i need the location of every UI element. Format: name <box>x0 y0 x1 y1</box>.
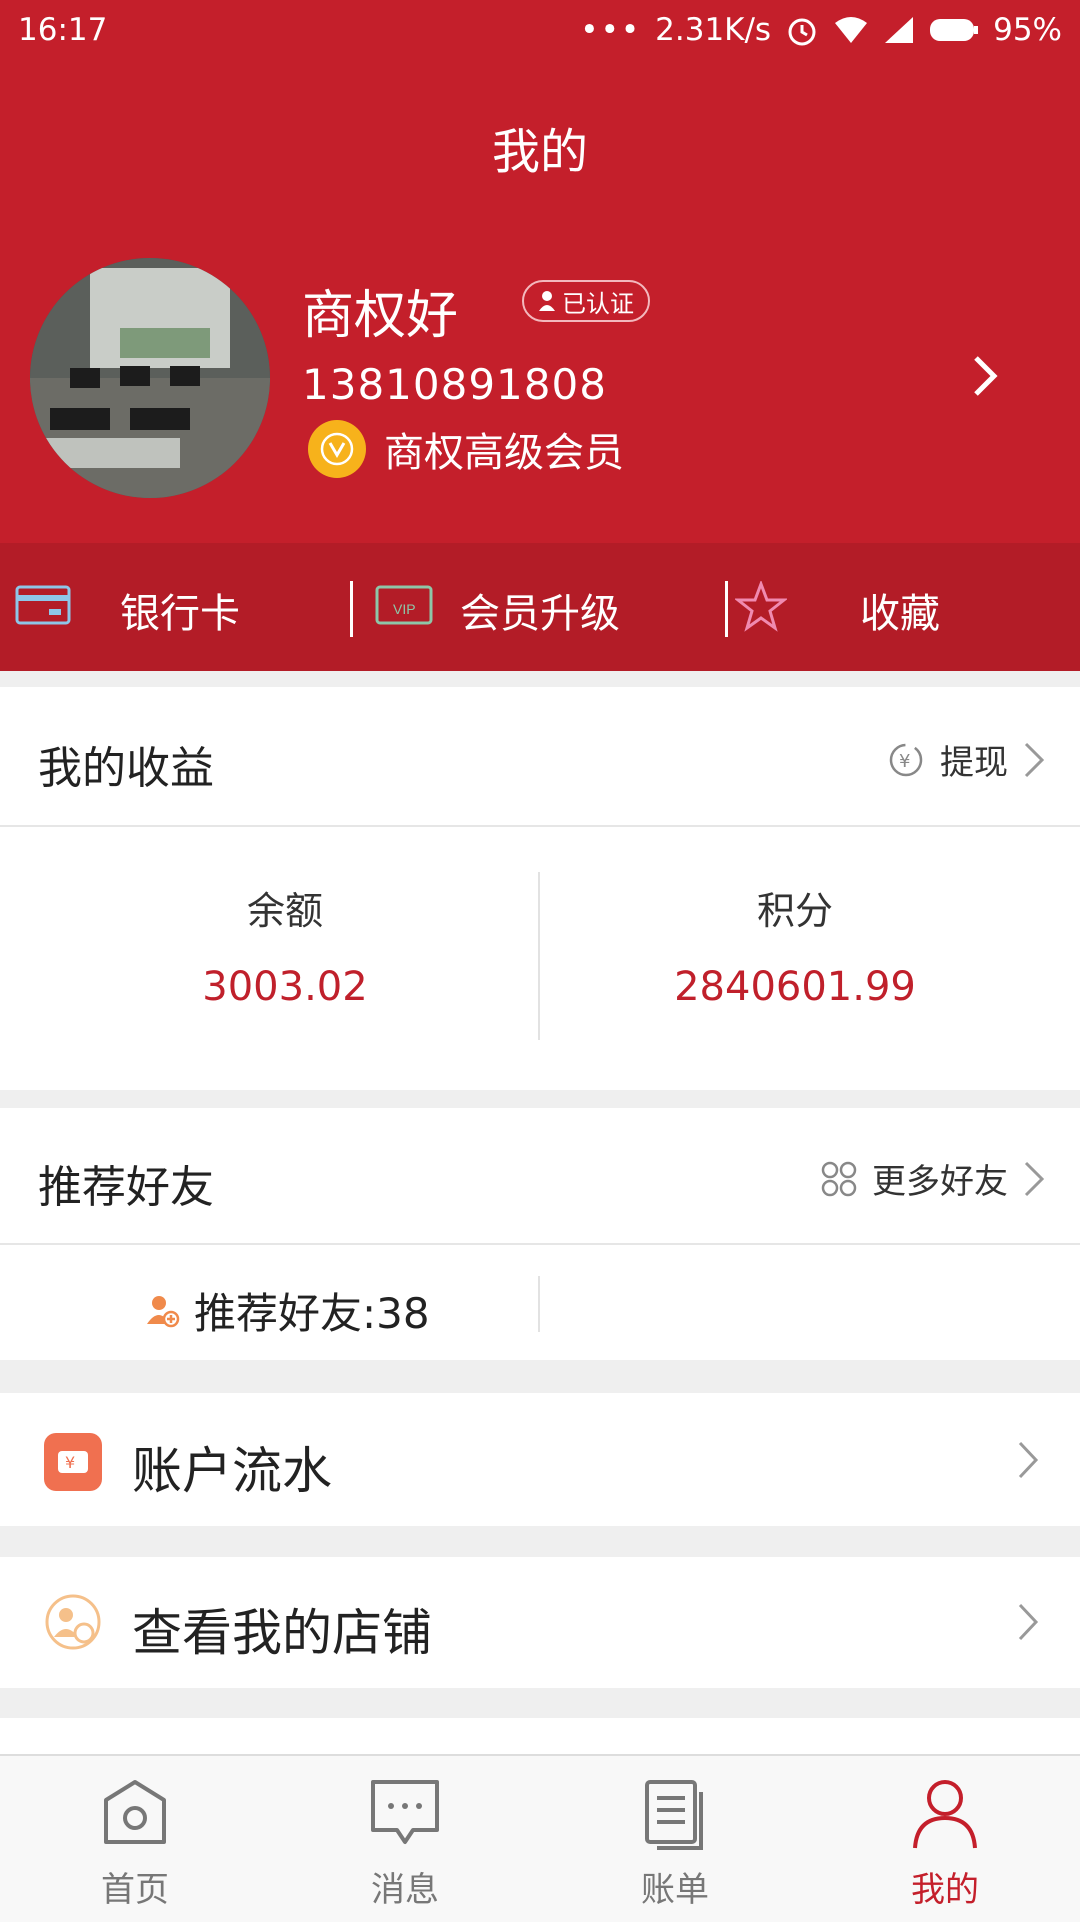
withdraw-link[interactable]: ¥ 提现 <box>886 735 1046 784</box>
user-name: 商权好 <box>302 286 459 346</box>
withdraw-icon: ¥ <box>889 743 923 776</box>
wifi-icon <box>835 17 868 43</box>
chevron-right-icon[interactable] <box>970 352 1002 400</box>
divider <box>350 581 353 637</box>
verified-badge: 已认证 <box>522 280 650 322</box>
member-level: 商权高级会员 <box>308 420 624 478</box>
earnings-card: 我的收益 ¥ 提现 余额 3003.02 积分 2840601.99 <box>0 687 1080 1090</box>
chevron-right-icon <box>1018 1603 1039 1641</box>
tab-profile[interactable]: 我的 <box>810 1756 1080 1922</box>
battery-level: 95% <box>993 12 1062 48</box>
add-friend-icon <box>147 1295 180 1327</box>
points-value: 2840601.99 <box>674 964 916 1010</box>
balance-value: 3003.02 <box>202 964 368 1010</box>
avatar-photo <box>30 258 270 498</box>
shortcut-vip-upgrade[interactable]: VIP 会员升级 <box>360 543 720 671</box>
my-store-row[interactable]: 查看我的店铺 <box>0 1557 1080 1688</box>
shortcut-bank-card[interactable]: 银行卡 <box>0 543 360 671</box>
tab-bills[interactable]: 账单 <box>540 1756 810 1922</box>
profile-icon <box>913 1780 977 1849</box>
friends-title: 推荐好友 <box>38 1162 214 1213</box>
friends-count[interactable]: 推荐好友:38 <box>146 1280 430 1341</box>
profile-header: 16:17 ••• 2.31K/s 95% 我的 商权好 已认证 1381089… <box>0 0 1080 543</box>
message-icon <box>371 1780 439 1844</box>
grid-icon <box>821 1161 857 1196</box>
chevron-right-icon <box>1018 1441 1039 1479</box>
points-label: 积分 <box>756 889 833 933</box>
account-flow-label: 账户流水 <box>132 1442 332 1500</box>
account-flow-icon: ¥ <box>44 1433 102 1491</box>
person-icon <box>539 291 555 311</box>
tab-messages[interactable]: 消息 <box>270 1756 540 1922</box>
page-title: 我的 <box>491 124 588 180</box>
shortcut-favorites[interactable]: 收藏 <box>720 543 1080 671</box>
chevron-right-icon <box>1024 742 1045 777</box>
status-bar: 16:17 ••• 2.31K/s 95% <box>0 0 1080 62</box>
friends-card: 推荐好友 更多好友 推荐好友:38 <box>0 1108 1080 1360</box>
home-icon <box>104 1780 166 1844</box>
status-time: 16:17 <box>18 12 108 48</box>
more-dots-icon: ••• <box>580 12 642 48</box>
battery-icon <box>930 19 979 41</box>
chevron-right-icon <box>1024 1161 1045 1196</box>
vip-coin-icon <box>308 420 366 478</box>
avatar[interactable] <box>30 258 270 498</box>
earnings-title: 我的收益 <box>38 743 214 794</box>
user-phone: 13810891808 <box>302 360 607 409</box>
balance-label: 余额 <box>246 889 323 933</box>
more-friends-link[interactable]: 更多好友 <box>820 1154 1046 1203</box>
shortcut-bar: 银行卡 VIP 会员升级 收藏 <box>0 543 1080 671</box>
svg-text:¥: ¥ <box>899 751 910 772</box>
tab-home[interactable]: 首页 <box>0 1756 270 1922</box>
svg-text:¥: ¥ <box>65 1453 75 1472</box>
my-store-label: 查看我的店铺 <box>132 1604 432 1662</box>
account-flow-row[interactable]: ¥ 账户流水 <box>0 1393 1080 1526</box>
store-icon <box>45 1594 101 1650</box>
bill-icon <box>645 1780 703 1850</box>
signal-icon <box>885 17 914 43</box>
alarm-icon <box>788 18 816 46</box>
bottom-tab-bar: 首页 消息 账单 我的 <box>0 1754 1080 1922</box>
network-speed: 2.31K/s <box>655 12 772 48</box>
